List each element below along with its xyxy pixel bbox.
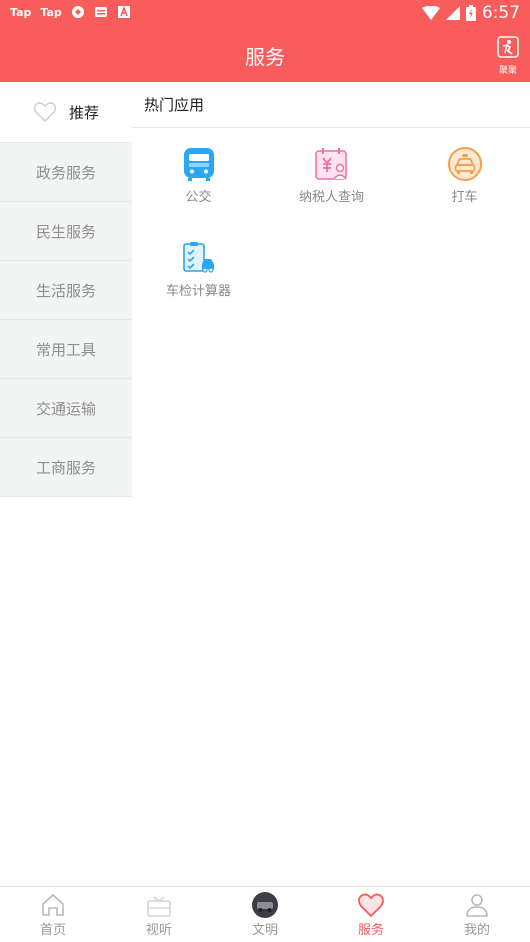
heart-outline-icon (33, 102, 57, 123)
tab-label: 文明 (251, 923, 278, 938)
sidebar-item-livelihood[interactable]: 民生服务 (0, 202, 132, 261)
message-notification-icon (94, 7, 107, 17)
section-title: 热门应用 (132, 82, 530, 128)
tax-calendar-icon (314, 148, 347, 180)
sidebar-item-government[interactable]: 政务服务 (0, 143, 132, 202)
sidebar-item-life[interactable]: 生活服务 (0, 261, 132, 320)
status-bar: Tap Tap 6:57 (0, 0, 530, 28)
sidebar-item-transport[interactable]: 交通运输 (0, 379, 132, 438)
taptap-notification-label: Tap (40, 5, 62, 19)
tab-label: 我的 (463, 923, 490, 938)
bottom-tab-bar: 首页 视听 文明 服务 我的 (0, 886, 530, 942)
app-notification-icon (71, 6, 84, 18)
heart-icon (358, 893, 384, 918)
main-content: 热门应用 公交 纳税人查询 打车 车检计算器 (132, 82, 530, 299)
tab-label: 服务 (357, 923, 384, 938)
app-bus[interactable]: 公交 (132, 146, 265, 205)
status-time: 6:57 (481, 3, 520, 23)
juju-label: 聚聚 (498, 66, 517, 76)
user-icon (466, 894, 488, 917)
avatar-icon (252, 892, 278, 918)
bus-icon (183, 148, 214, 181)
app-label: 打车 (451, 190, 478, 205)
tab-label: 视听 (145, 923, 172, 938)
juju-button[interactable]: 聚聚 (496, 36, 520, 76)
sidebar-item-tools[interactable]: 常用工具 (0, 320, 132, 379)
app-label: 公交 (185, 190, 212, 205)
tab-audio-video[interactable]: 视听 (106, 887, 212, 942)
battery-icon (465, 5, 476, 21)
sidebar-item-recommend[interactable]: 推荐 (0, 82, 132, 143)
sidebar-item-label: 生活服务 (35, 281, 96, 300)
sidebar-item-business[interactable]: 工商服务 (0, 438, 132, 497)
sidebar-item-label: 推荐 (68, 103, 99, 122)
taxi-icon (447, 147, 482, 181)
sidebar-item-label: 工商服务 (35, 458, 96, 477)
tab-label: 首页 (39, 923, 66, 938)
app-label: 纳税人查询 (298, 190, 364, 205)
signal-icon (445, 6, 460, 20)
app-label: 车检计算器 (165, 284, 231, 299)
home-icon (42, 893, 64, 916)
wifi-icon (421, 6, 440, 20)
sidebar-item-label: 交通运输 (35, 399, 96, 418)
category-sidebar: 推荐 政务服务 民生服务 生活服务 常用工具 交通运输 工商服务 (0, 82, 132, 497)
sidebar-item-label: 民生服务 (35, 222, 96, 241)
page-title: 服务 (245, 45, 285, 69)
sidebar-item-label: 常用工具 (35, 340, 96, 359)
car-inspection-icon (182, 242, 214, 273)
sidebar-item-label: 政务服务 (35, 163, 96, 182)
tab-mine[interactable]: 我的 (424, 887, 530, 942)
juju-icon (497, 36, 519, 58)
taptap-notification-label: Tap (10, 5, 32, 19)
tv-icon (147, 896, 171, 917)
app-bar: 服务 聚聚 (0, 28, 530, 82)
app-tax-query[interactable]: 纳税人查询 (265, 146, 398, 205)
app-car-inspection[interactable]: 车检计算器 (132, 240, 265, 299)
a-notification-icon (117, 5, 130, 18)
tab-service[interactable]: 服务 (318, 887, 424, 942)
tab-civilization[interactable]: 文明 (212, 887, 318, 942)
app-taxi[interactable]: 打车 (398, 146, 530, 205)
tab-home[interactable]: 首页 (0, 887, 106, 942)
